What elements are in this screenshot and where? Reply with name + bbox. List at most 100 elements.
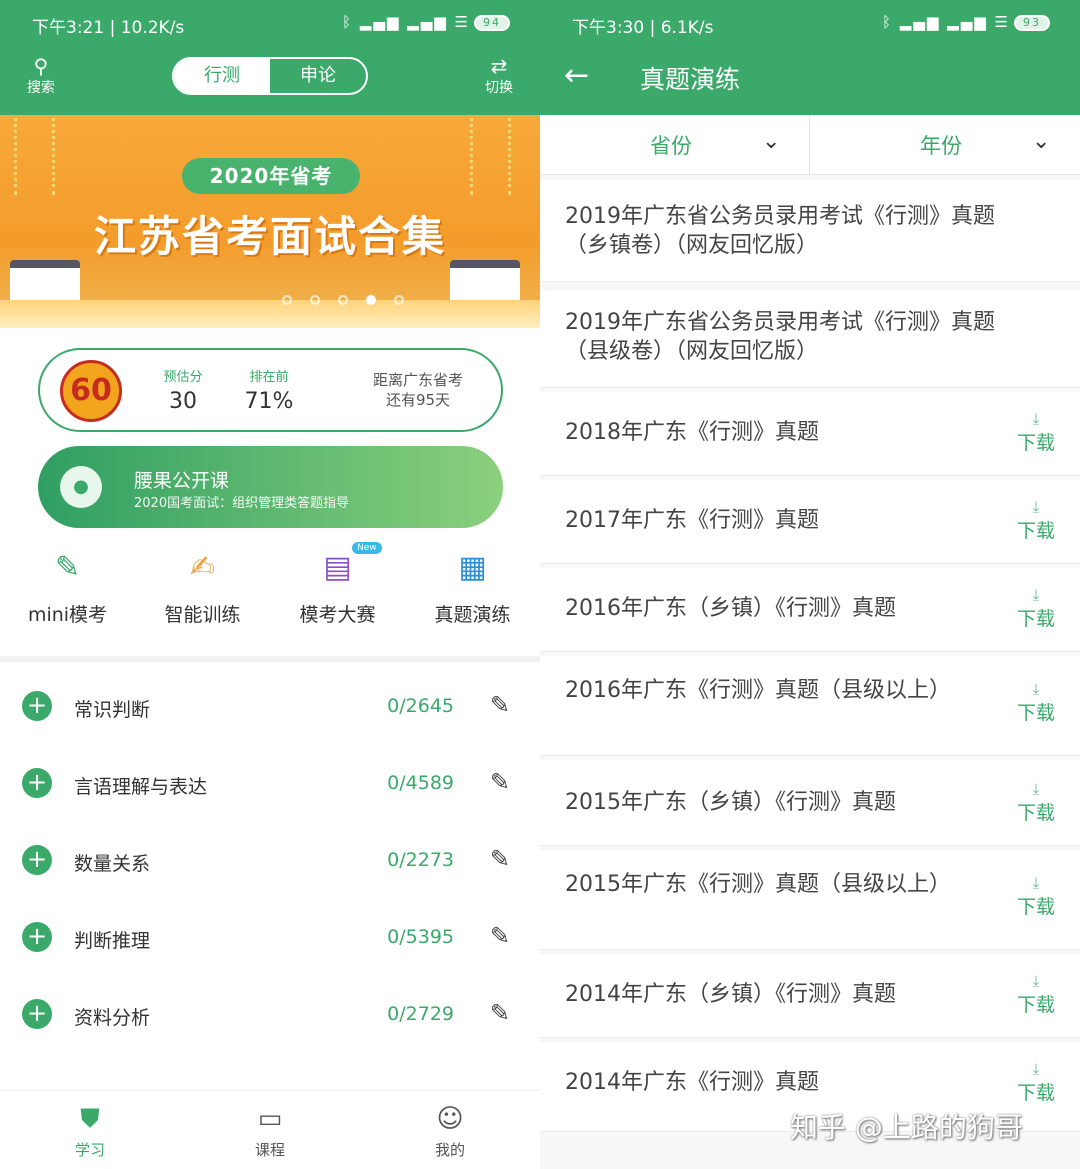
download-label: 下载: [1016, 896, 1055, 918]
download-button[interactable]: ⤓ 下载: [1016, 972, 1056, 1017]
exam-countdown: 距离广东省考 还有95天: [358, 370, 478, 410]
paper-row[interactable]: 2017年广东《行测》真题 ⤓ 下载: [540, 480, 1080, 564]
tab-shenlun[interactable]: 申论: [270, 59, 366, 93]
tab-xingce[interactable]: 行测: [174, 59, 270, 93]
download-button[interactable]: ⤓ 下载: [1016, 410, 1056, 455]
subject-row[interactable]: + 常识判断 0/2645 ✎: [0, 665, 540, 741]
expand-icon[interactable]: +: [22, 845, 52, 875]
status-icons: ᛒ ▂▄▆ ▂▄▆ ☰ 93: [882, 13, 1050, 31]
paper-row[interactable]: 2019年广东省公务员录用考试《行测》真题（县级卷）（网友回忆版）: [540, 290, 1080, 388]
score-card[interactable]: 60 预估分 30 排在前 71% 距离广东省考 还有95天: [38, 348, 503, 432]
chevron-down-icon: ⌄: [762, 129, 781, 154]
water-illustration: [0, 300, 540, 328]
paper-title: 2015年广东《行测》真题（县级以上）: [565, 872, 951, 897]
download-button[interactable]: ⤓ 下载: [1016, 780, 1056, 825]
top-header: 下午3:30 | 6.1K/s ᛒ ▂▄▆ ▂▄▆ ☰ 93 ← 真题演练: [540, 0, 1080, 115]
open-course-banner[interactable]: ● 腰果公开课 2020国考面试：组织管理类答题指导: [38, 446, 503, 528]
paper-row[interactable]: 2016年广东（乡镇）《行测》真题 ⤓ 下载: [540, 568, 1080, 652]
download-button[interactable]: ⤓ 下载: [1016, 874, 1056, 919]
expand-icon[interactable]: +: [22, 922, 52, 952]
carousel-dot[interactable]: [310, 295, 320, 305]
download-button[interactable]: ⤓ 下载: [1016, 1060, 1056, 1105]
paper-title: 2016年广东《行测》真题（县级以上）: [565, 678, 951, 703]
house-illustration: [10, 260, 80, 300]
subject-row[interactable]: + 数量关系 0/2273 ✎: [0, 819, 540, 895]
expand-icon[interactable]: +: [22, 768, 52, 798]
nav-label: 课程: [254, 1141, 285, 1159]
document-icon: ▤: [323, 550, 352, 585]
quick-mini-mock[interactable]: ✎ mini模考: [0, 548, 135, 627]
switch-label: 切换: [485, 80, 513, 96]
province-filter[interactable]: 省份 ⌄: [540, 115, 810, 175]
year-filter[interactable]: 年份 ⌄: [810, 115, 1080, 175]
search-label: 搜索: [27, 80, 55, 96]
promo-banner[interactable]: 2020年省考 江苏省考面试合集: [0, 115, 540, 328]
practice-pencil-icon[interactable]: ✎: [490, 922, 510, 950]
banner-headline: 江苏省考面试合集: [93, 212, 446, 261]
subject-progress: 0/2729: [387, 1003, 454, 1025]
carousel-dot[interactable]: [282, 295, 292, 305]
nav-course[interactable]: ▭ 课程: [220, 1103, 320, 1160]
filter-label: 省份: [650, 134, 692, 158]
search-button[interactable]: ⚲ 搜索: [16, 55, 66, 97]
expand-icon[interactable]: +: [22, 999, 52, 1029]
watermark: 知乎 @上路的狗哥: [790, 1111, 1023, 1144]
download-button[interactable]: ⤓ 下载: [1016, 498, 1056, 543]
download-icon: ⤓: [1032, 780, 1040, 798]
new-badge: New: [352, 542, 382, 554]
practice-pencil-icon[interactable]: ✎: [490, 999, 510, 1027]
paper-title: 2019年广东省公务员录用考试《行测》真题（乡镇卷）（网友回忆版）: [565, 204, 995, 258]
nav-study[interactable]: ⛊ 学习: [40, 1103, 140, 1160]
subject-row[interactable]: + 判断推理 0/5395 ✎: [0, 896, 540, 972]
subject-progress: 0/4589: [387, 772, 454, 794]
search-icon: ⚲: [33, 54, 49, 78]
past-papers-screen: 下午3:30 | 6.1K/s ᛒ ▂▄▆ ▂▄▆ ☰ 93 ← 真题演练 省份 …: [540, 0, 1080, 1169]
subject-name: 数量关系: [74, 853, 151, 875]
subject-row[interactable]: + 言语理解与表达 0/4589 ✎: [0, 742, 540, 818]
edit-note-icon: ✍: [189, 550, 216, 585]
practice-pencil-icon[interactable]: ✎: [490, 845, 510, 873]
quick-past-papers[interactable]: ▦ 真题演练: [405, 548, 540, 627]
paper-title: 2015年广东（乡镇）《行测》真题: [565, 790, 896, 815]
practice-pencil-icon[interactable]: ✎: [490, 768, 510, 796]
nav-mine[interactable]: ☺ 我的: [400, 1103, 500, 1160]
expand-icon[interactable]: +: [22, 691, 52, 721]
course-icon: ▭: [257, 1104, 283, 1134]
rank-value: 71%: [244, 389, 294, 414]
quick-label: 智能训练: [164, 604, 241, 626]
subject-row[interactable]: + 资料分析 0/2729 ✎: [0, 973, 540, 1049]
paper-title: 2019年广东省公务员录用考试《行测》真题（县级卷）（网友回忆版）: [565, 310, 995, 364]
paper-row[interactable]: 2015年广东（乡镇）《行测》真题 ⤓ 下载: [540, 760, 1080, 846]
download-button[interactable]: ⤓ 下载: [1016, 680, 1056, 725]
carousel-dot-active[interactable]: [366, 295, 376, 305]
predicted-label: 预估分: [163, 370, 203, 385]
download-icon: ⤓: [1032, 410, 1040, 428]
download-icon: ⤓: [1032, 498, 1040, 516]
download-button[interactable]: ⤓ 下载: [1016, 586, 1056, 631]
download-label: 下载: [1016, 994, 1055, 1016]
quick-menu: ✎ mini模考 ✍ 智能训练 ▤ New 模考大赛 ▦ 真题演练: [0, 542, 540, 648]
paper-row[interactable]: 2014年广东（乡镇）《行测》真题 ⤓ 下载: [540, 954, 1080, 1038]
download-icon: ⤓: [1032, 972, 1040, 990]
study-home-screen: 下午3:21 | 10.2K/s ᛒ ▂▄▆ ▂▄▆ ☰ 94 ⚲ 搜索 行测 申…: [0, 0, 540, 1169]
quick-mock-contest[interactable]: ▤ New 模考大赛: [270, 542, 405, 627]
carousel-dots: [282, 295, 404, 305]
carousel-dot[interactable]: [338, 295, 348, 305]
download-icon: ⤓: [1032, 586, 1040, 604]
paper-row[interactable]: 2019年广东省公务员录用考试《行测》真题（乡镇卷）（网友回忆版）: [540, 180, 1080, 282]
paper-row[interactable]: 2018年广东《行测》真题 ⤓ 下载: [540, 392, 1080, 476]
carousel-dot[interactable]: [394, 295, 404, 305]
teacher-avatar: ●: [60, 466, 102, 508]
chevron-down-icon: ⌄: [1032, 129, 1051, 154]
switch-button[interactable]: ⇄ 切换: [474, 55, 524, 97]
subject-progress: 0/2273: [387, 849, 454, 871]
paper-row[interactable]: 2015年广东《行测》真题（县级以上） ⤓ 下载: [540, 850, 1080, 950]
countdown-line1: 距离广东省考: [372, 371, 463, 389]
practice-pencil-icon[interactable]: ✎: [490, 691, 510, 719]
quick-smart-training[interactable]: ✍ 智能训练: [135, 548, 270, 627]
download-icon: ⤓: [1032, 680, 1040, 698]
rank: 排在前 71%: [244, 366, 294, 414]
back-arrow-icon[interactable]: ←: [564, 58, 589, 93]
paper-row[interactable]: 2016年广东《行测》真题（县级以上） ⤓ 下载: [540, 656, 1080, 756]
swap-icon: ⇄: [490, 54, 508, 78]
